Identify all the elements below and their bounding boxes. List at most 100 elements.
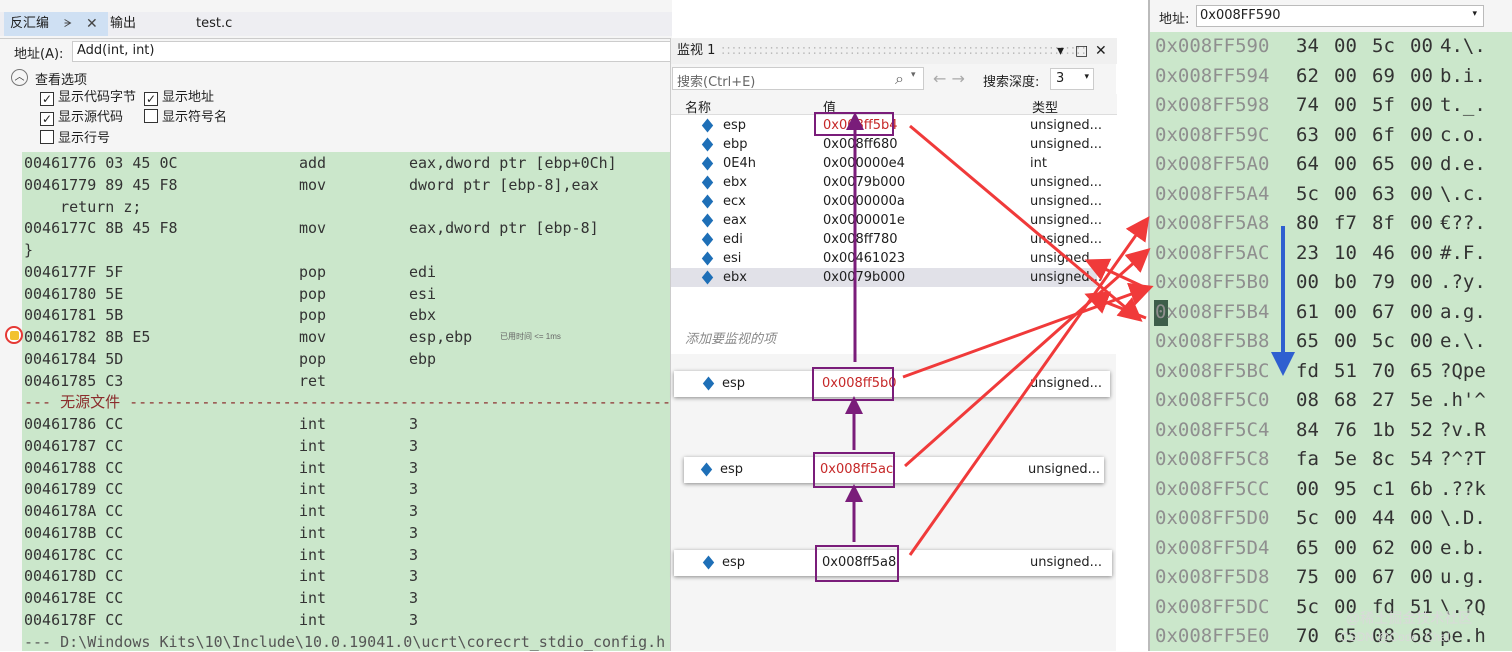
memory-row[interactable]: 0x008FF5AC 23 10 46 00 #.F.	[1150, 239, 1512, 269]
tab-disassembly[interactable]: 反汇编 ᗒ ✕	[4, 12, 108, 36]
variable-icon	[701, 118, 714, 133]
variable-icon	[701, 213, 714, 228]
memory-row[interactable]: 0x008FF59C 63 00 6f 00 c.o.	[1150, 121, 1512, 151]
memory-byte: 00	[1410, 300, 1433, 323]
disasm-line[interactable]: 00461782 8B E5 mov esp,ebp 已用时间 <= 1ms	[22, 326, 672, 348]
tab-output[interactable]: 输出	[104, 12, 142, 36]
memory-byte: 00	[1334, 507, 1357, 529]
memory-row[interactable]: 0x008FF5B4 61 00 67 00 a.g.	[1150, 298, 1512, 328]
address-bytes: 00461788 CC	[24, 458, 124, 477]
dropdown-icon[interactable]: ▾	[1057, 38, 1064, 64]
memory-row[interactable]: 0x008FF5B8 65 00 5c 00 e.\.	[1150, 327, 1512, 357]
disassembly-code[interactable]: 00461776 03 45 0C add eax,dword ptr [ebp+0…	[22, 152, 672, 651]
memory-row[interactable]: 0x008FF5CC 00 95 c1 6b .??k	[1150, 475, 1512, 505]
memory-address: 0x008FF5D0	[1155, 507, 1270, 529]
watch-row[interactable]: ebx 0x0079b000 unsigned...	[671, 268, 1102, 287]
watch-row[interactable]: eax 0x0000001e unsigned...	[671, 211, 1102, 230]
dropdown-icon[interactable]: ▾	[911, 70, 916, 80]
memory-row[interactable]: 0x008FF5A8 80 f7 8f 00 €??.	[1150, 209, 1512, 239]
section-separator[interactable]: --- D:\Windows Kits\10\Include\10.0.1904…	[22, 631, 672, 652]
column-name[interactable]: 名称	[685, 97, 711, 116]
show-line-numbers-checkbox[interactable]: 显示行号	[40, 130, 110, 148]
memory-byte: 8f	[1372, 212, 1395, 234]
memory-row[interactable]: 0x008FF594 62 00 69 00 b.i.	[1150, 62, 1512, 92]
memory-row[interactable]: 0x008FF5A4 5c 00 63 00 \.c.	[1150, 180, 1512, 210]
watch-row[interactable]: ebp 0x008ff680 unsigned...	[671, 135, 1102, 154]
show-source-checkbox[interactable]: ✓ 显示源代码	[40, 109, 123, 127]
watch-row[interactable]: esi 0x00461023 unsigned...	[671, 249, 1102, 268]
operands: eax,dword ptr [ebp+0Ch]	[409, 154, 617, 172]
memory-row[interactable]: 0x008FF5D4 65 00 62 00 e.b.	[1150, 534, 1512, 564]
disasm-line[interactable]: 00461779 89 45 F8 mov dword ptr [ebp-8],ea…	[22, 174, 672, 196]
memory-row[interactable]: 0x008FF590 34 00 5c 00 4.\.	[1150, 32, 1512, 62]
pin-icon[interactable]: ᗒ	[64, 12, 72, 36]
disasm-line[interactable]: 0046178C CC int 3	[22, 544, 672, 566]
disasm-line[interactable]: 0046178A CC int 3	[22, 500, 672, 522]
watch-value: 0x0000001e	[823, 213, 905, 228]
memory-row[interactable]: 0x008FF598 74 00 5f 00 t._.	[1150, 91, 1512, 121]
watch-type: unsigned...	[1030, 251, 1103, 266]
dropdown-icon[interactable]: ▾	[1472, 9, 1477, 19]
memory-row[interactable]: 0x008FF5B0 00 b0 79 00 .?y.	[1150, 268, 1512, 298]
disasm-line[interactable]: 00461776 03 45 0C add eax,dword ptr [ebp+0…	[22, 152, 672, 174]
memory-row[interactable]: 0x008FF5C0 08 68 27 5e .h'^	[1150, 386, 1512, 416]
watch-row[interactable]: ecx 0x0000000a unsigned...	[671, 192, 1102, 211]
watch-name: ebp	[723, 137, 748, 152]
column-type[interactable]: 类型	[1032, 97, 1058, 116]
disasm-line[interactable]: 0046178F CC int 3	[22, 609, 672, 631]
variable-icon	[701, 194, 714, 209]
memory-row[interactable]: 0x008FF5C8 fa 5e 8c 54 ?^?T	[1150, 445, 1512, 475]
variable-icon	[701, 232, 714, 247]
memory-row[interactable]: 0x008FF5BC fd 51 70 65 ?Qpe	[1150, 357, 1512, 387]
memory-row[interactable]: 0x008FF5A0 64 00 65 00 d.e.	[1150, 150, 1512, 180]
watch-search-input[interactable]: 搜索(Ctrl+E) ⌕ ▾	[672, 67, 924, 90]
address-bytes: 0046178B CC	[24, 523, 124, 542]
memory-row[interactable]: 0x008FF5D0 5c 00 44 00 \.D.	[1150, 504, 1512, 534]
address-input[interactable]: Add(int, int)	[72, 41, 672, 62]
disasm-line[interactable]: 00461787 CC int 3	[22, 435, 672, 457]
maximize-icon[interactable]: □	[1075, 38, 1088, 64]
source-line[interactable]: }	[22, 239, 672, 261]
tab-strip: 反汇编 ᗒ ✕ 输出 test.c	[0, 12, 672, 36]
memory-byte: 5e	[1334, 448, 1357, 470]
disasm-line[interactable]: 0046178E CC int 3	[22, 587, 672, 609]
chevron-up-icon[interactable]: ︿	[11, 69, 28, 86]
disasm-line[interactable]: 0046178D CC int 3	[22, 565, 672, 587]
watch-row[interactable]: ebx 0x0079b000 unsigned...	[671, 173, 1102, 192]
show-code-bytes-checkbox[interactable]: ✓ 显示代码字节	[40, 89, 136, 107]
search-depth-select[interactable]: 3 ▾	[1050, 68, 1094, 90]
tab-source-file[interactable]: test.c	[190, 12, 238, 36]
close-icon[interactable]: ✕	[1095, 38, 1107, 64]
memory-rows[interactable]: 0x008FF590 34 00 5c 00 4.\. 0x008FF594 62 00 69 00…	[1150, 32, 1512, 651]
drag-grip[interactable]: ::::::::::::::::::::::::::::::::::::::::…	[721, 38, 1087, 64]
memory-chars: t._.	[1440, 94, 1486, 116]
section-separator[interactable]: --- 无源文件 -------------------------------…	[22, 391, 672, 413]
memory-byte: 69	[1372, 64, 1395, 87]
watch-row[interactable]: 0E4h 0x000000e4 int	[671, 154, 1097, 173]
disasm-line[interactable]: 0046178B CC int 3	[22, 522, 672, 544]
disasm-line[interactable]: 00461781 5B pop ebx	[22, 304, 672, 326]
show-symbol-names-checkbox[interactable]: 显示符号名	[144, 109, 227, 127]
close-icon[interactable]: ✕	[86, 12, 98, 36]
source-line[interactable]: return z;	[22, 196, 672, 218]
memory-row[interactable]: 0x008FF5C4 84 76 1b 52 ?v.R	[1150, 416, 1512, 446]
disasm-line[interactable]: 00461789 CC int 3	[22, 478, 672, 500]
disasm-line[interactable]: 0046177F 5F pop edi	[22, 261, 672, 283]
disasm-line[interactable]: 00461780 5E pop esi	[22, 283, 672, 305]
disasm-line[interactable]: 00461785 C3 ret	[22, 370, 672, 392]
disasm-line[interactable]: 00461786 CC int 3	[22, 413, 672, 435]
memory-address-input[interactable]: 0x008FF590 ▾	[1196, 5, 1484, 27]
search-icon[interactable]: ⌕	[895, 69, 904, 89]
memory-row[interactable]: 0x008FF5D8 75 00 67 00 u.g.	[1150, 563, 1512, 593]
disasm-line[interactable]: 0046177C 8B 45 F8 mov eax,dword ptr [ebp-8…	[22, 217, 672, 239]
disasm-line[interactable]: 00461784 5D pop ebp	[22, 348, 672, 370]
memory-byte: 00	[1410, 123, 1433, 146]
add-watch-placeholder[interactable]: 添加要监视的项	[685, 328, 776, 347]
memory-chars: \.c.	[1440, 182, 1486, 205]
navigate-arrows-icon[interactable]: ← →	[933, 69, 965, 88]
memory-byte: 00	[1334, 330, 1357, 352]
show-address-checkbox[interactable]: ✓ 显示地址	[144, 89, 214, 107]
watch-type: unsigned...	[1030, 137, 1103, 152]
disasm-line[interactable]: 00461788 CC int 3	[22, 457, 672, 479]
watch-row[interactable]: edi 0x008ff780 unsigned...	[671, 230, 1102, 249]
